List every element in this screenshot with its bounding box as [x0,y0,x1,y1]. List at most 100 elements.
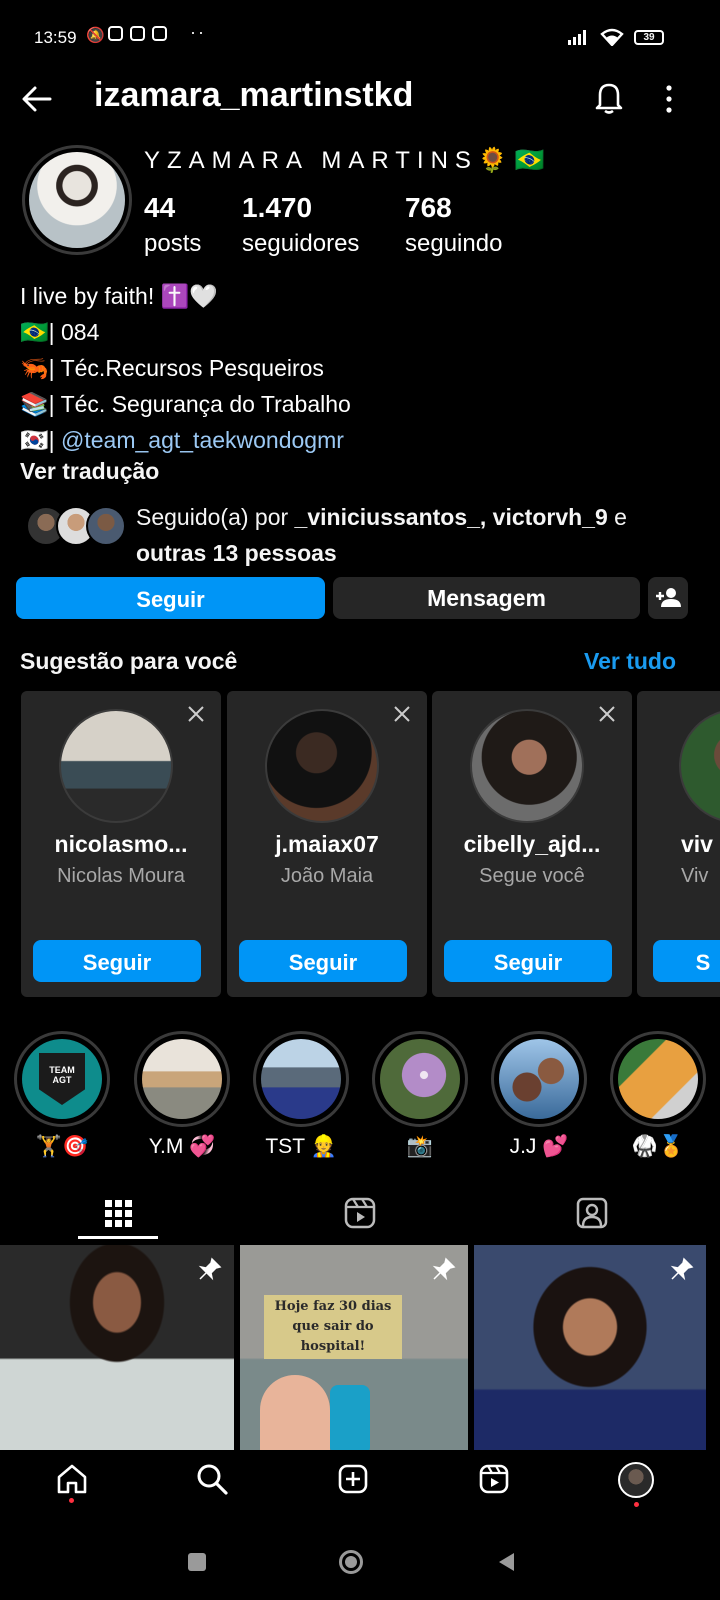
close-icon[interactable] [187,705,205,723]
see-all-link[interactable]: Ver tudo [584,648,676,675]
profile-tab-avatar[interactable] [618,1462,654,1498]
reels-icon[interactable] [477,1462,511,1496]
posts-label: posts [144,230,202,257]
suggestion-card[interactable]: nicolasmo... Nicolas Moura Seguir [21,691,221,997]
highlight-label: 🥋🏅 [631,1135,685,1158]
post-thumbnail[interactable] [474,1245,706,1450]
tagged-tab-icon[interactable] [572,1193,612,1233]
close-icon[interactable] [598,705,616,723]
suggestion-subtitle: Nicolas Moura [57,865,185,887]
suggestion-username: j.maiax07 [275,831,379,857]
followers-label: seguidores [242,230,360,257]
avatar [86,506,126,546]
followed-by-names: _viniciussantos_, victorvh_9 [294,504,608,530]
home-icon[interactable] [55,1462,89,1496]
suggestion-card[interactable]: viv Viv S [637,691,720,997]
highlight-ring [253,1031,349,1127]
post-thumbnail[interactable] [0,1245,234,1450]
profile-avatar[interactable] [22,145,132,255]
highlight-cover [499,1039,579,1119]
bell-icon[interactable] [594,80,624,114]
highlight-cover [261,1039,341,1119]
suggestion-avatar [59,709,173,823]
suggestions-title: Sugestão para você [20,648,238,674]
bio-flag: 🇰🇷| [20,427,62,453]
active-tab-indicator [78,1236,158,1239]
highlight[interactable]: TEAM AGT 🏋️🎯 [14,1031,110,1159]
bio-line: 📚| Téc. Segurança do Trabalho [20,391,351,417]
profile-username: izamara_martinstkd [94,76,414,114]
see-translation-link[interactable]: Ver tradução [20,458,159,485]
back-arrow-icon[interactable] [20,82,54,116]
instagram-notif-icon [108,26,123,41]
followed-by-prefix: Seguido(a) por [136,504,295,530]
signal-icon [568,30,586,45]
pin-icon [432,1257,456,1281]
post-overlay-text: Hoje faz 30 dias que sair do hospital! [264,1295,402,1359]
status-time: 13:59 [34,28,77,47]
home-notification-dot [69,1498,74,1503]
suggested-users-button[interactable] [648,577,688,619]
create-post-icon[interactable] [336,1462,370,1496]
highlight-ring [134,1031,230,1127]
suggestion-username: nicolasmo... [54,831,188,857]
stat-posts[interactable]: 44 posts [144,192,201,258]
instagram-notif-icon [130,26,145,41]
profile-notification-dot [634,1502,639,1507]
more-options-icon[interactable] [664,84,674,114]
bio-line: I live by faith! ✝️🤍 [20,283,218,309]
highlight-ring: TEAM AGT [14,1031,110,1127]
suggestion-follow-button[interactable]: Seguir [444,940,612,982]
grid-tab-icon[interactable] [98,1193,138,1233]
highlight[interactable]: TST 👷 [253,1031,349,1159]
pin-icon [198,1257,222,1281]
team-logo: TEAM AGT [39,1053,85,1105]
stat-following[interactable]: 768 seguindo [405,192,502,258]
follow-button[interactable]: Seguir [16,577,325,619]
add-person-icon [656,588,681,607]
home-button-icon[interactable] [339,1550,363,1574]
battery-icon: 39 [634,29,664,45]
back-button-icon[interactable] [496,1551,516,1573]
bio: I live by faith! ✝️🤍 🇧🇷| 084 🦐| Téc.Recu… [20,278,351,458]
mutual-followers-avatars[interactable] [26,506,126,548]
followed-by-text[interactable]: Seguido(a) por _viniciussantos_, victorv… [136,499,696,571]
highlight-cover: TEAM AGT [22,1039,102,1119]
more-notifications: ·· [190,22,206,42]
message-button[interactable]: Mensagem [333,577,640,619]
stat-followers[interactable]: 1.470 seguidores [242,192,359,258]
highlight[interactable]: Y.M 💞 [134,1031,230,1159]
highlight-label: J.J 💕 [509,1135,569,1158]
highlight[interactable]: 📸 [372,1031,468,1159]
suggestion-follow-button[interactable]: S [653,940,720,982]
highlight-cover [380,1039,460,1119]
suggestion-card[interactable]: cibelly_ajd... Segue você Seguir [432,691,632,997]
suggestion-card[interactable]: j.maiax07 João Maia Seguir [227,691,427,997]
display-name: YZAMARA MARTINS🌻🇧🇷 [144,147,552,174]
reels-tab-icon[interactable] [340,1193,380,1233]
highlight-cover [618,1039,698,1119]
suggestion-username: viv [681,831,713,857]
wifi-icon [600,28,624,46]
post-image-detail [330,1385,370,1450]
post-thumbnail[interactable]: Hoje faz 30 dias que sair do hospital! [240,1245,468,1450]
highlight[interactable]: J.J 💕 [491,1031,587,1159]
followed-by-joiner: e [607,504,627,530]
highlight-label: 🏋️🎯 [35,1135,89,1158]
pin-icon [670,1257,694,1281]
highlight-label: 📸 [406,1135,434,1158]
suggestion-follow-button[interactable]: Seguir [239,940,407,982]
suggestion-avatar [470,709,584,823]
close-icon[interactable] [393,705,411,723]
suggestion-subtitle: João Maia [280,865,374,887]
suggestion-username: cibelly_ajd... [463,831,601,857]
bio-mention-link[interactable]: @team_agt_taekwondogmr [61,427,344,453]
suggestion-subtitle: Segue você [479,865,585,887]
suggestion-avatar [265,709,379,823]
recent-apps-icon[interactable] [188,1553,206,1571]
following-label: seguindo [405,230,503,257]
highlight[interactable]: 🥋🏅 [610,1031,706,1159]
highlight-ring [372,1031,468,1127]
search-icon[interactable] [195,1462,229,1496]
suggestion-follow-button[interactable]: Seguir [33,940,201,982]
